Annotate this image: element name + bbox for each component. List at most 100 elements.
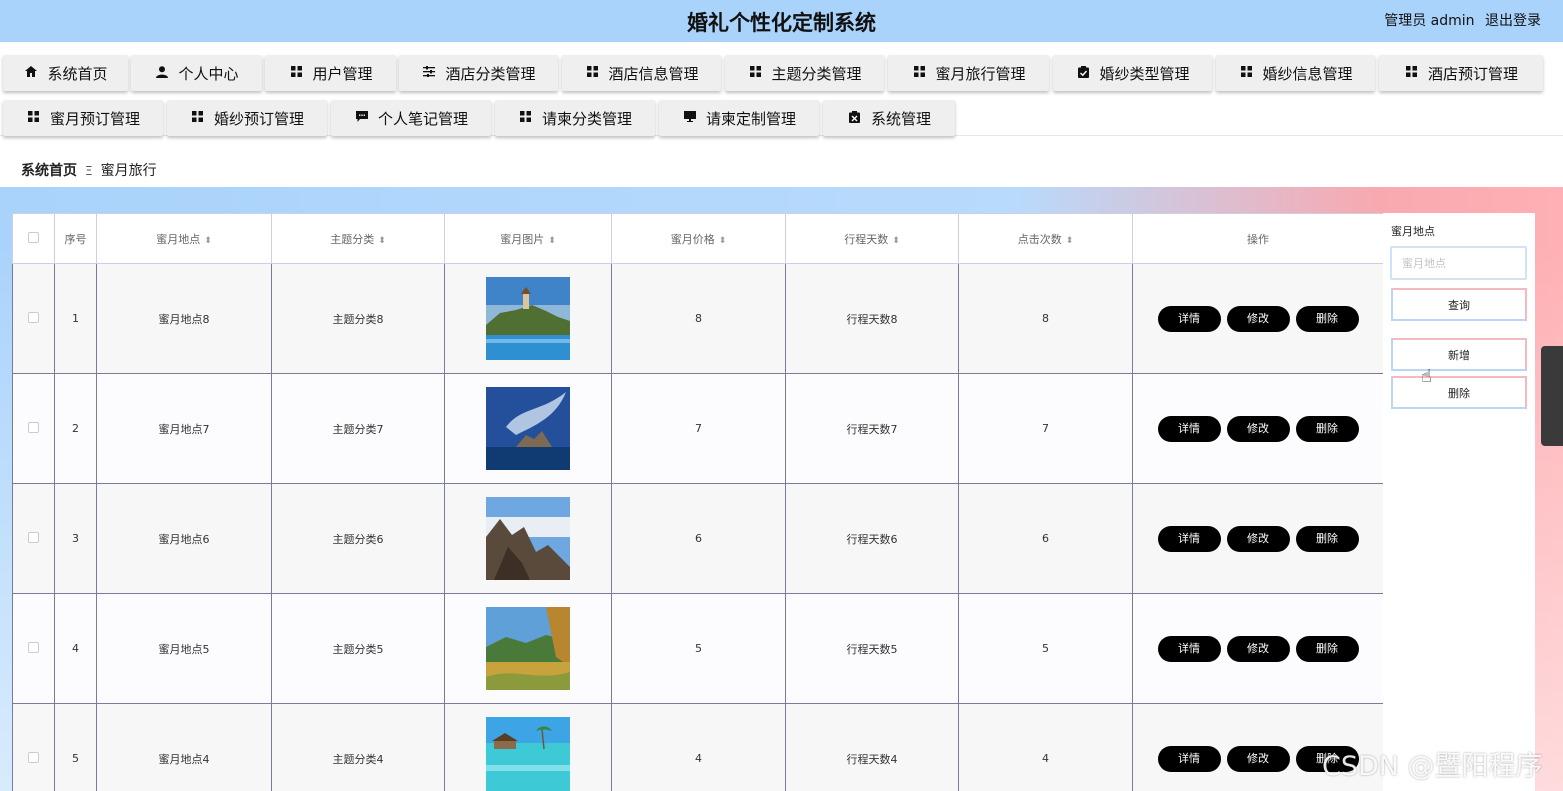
table-row: 4 蜜月地点5 主题分类5 5 行程天数5 5 详情 修改 删除 <box>12 593 1383 704</box>
nav-item-label: 婚纱类型管理 <box>1099 64 1190 83</box>
detail-button[interactable]: 详情 <box>1157 525 1221 552</box>
nav-item-label: 请柬分类管理 <box>541 109 632 128</box>
add-button[interactable]: 新增 <box>1391 338 1527 371</box>
side-drawer-handle[interactable] <box>1541 346 1563 446</box>
table-row: 1 蜜月地点8 主题分类8 8 行程天数8 8 详情 修改 删除 <box>12 263 1383 374</box>
delete-button[interactable]: 删除 <box>1295 305 1359 332</box>
sort-icon[interactable]: ⬍ <box>892 236 900 246</box>
row-select-cell <box>12 263 55 374</box>
nav-item-hotel-booking[interactable]: 酒店预订管理 <box>1379 55 1543 91</box>
cell-clicks: 7 <box>958 373 1133 484</box>
cell-theme: 主题分类8 <box>271 263 445 374</box>
beach-photo[interactable] <box>486 717 570 791</box>
nav-item-honeymoon-travel[interactable]: 蜜月旅行管理 <box>888 55 1049 91</box>
sea-rock-photo[interactable] <box>486 387 570 470</box>
col-header-label: 蜜月地点 <box>156 232 201 246</box>
col-header-clicks[interactable]: 点击次数 ⬍ <box>958 213 1133 264</box>
row-checkbox[interactable] <box>28 751 39 763</box>
nav-item-dress-info[interactable]: 婚纱信息管理 <box>1216 55 1375 91</box>
cell-actions: 详情 修改 删除 <box>1132 373 1383 484</box>
select-all-checkbox[interactable] <box>28 231 39 243</box>
grid-icon <box>26 111 42 125</box>
col-header-place[interactable]: 蜜月地点 ⬍ <box>96 213 272 264</box>
detail-button[interactable]: 详情 <box>1157 305 1221 332</box>
nav-item-label: 个人中心 <box>178 64 239 83</box>
nav-item-label: 请柬定制管理 <box>705 109 796 128</box>
nav-item-hotel-category[interactable]: 酒店分类管理 <box>399 55 558 91</box>
col-header-image[interactable]: 蜜月图片 ⬍ <box>444 213 612 264</box>
query-button[interactable]: 查询 <box>1391 288 1527 321</box>
nav-item-label: 个人笔记管理 <box>377 109 468 128</box>
search-panel: 蜜月地点 查询 新增 删除 <box>1383 213 1535 791</box>
row-select-cell <box>12 703 55 791</box>
valley-photo[interactable] <box>486 607 570 690</box>
batch-delete-button[interactable]: 删除 <box>1391 376 1527 409</box>
nav-item-invitation-category[interactable]: 请柬分类管理 <box>495 100 655 136</box>
nav-item-system[interactable]: 系统管理 <box>823 100 955 136</box>
sort-icon[interactable]: ⬍ <box>548 236 556 246</box>
detail-button[interactable]: 详情 <box>1157 635 1221 662</box>
detail-button[interactable]: 详情 <box>1157 415 1221 442</box>
nav-item-theme-category[interactable]: 主题分类管理 <box>725 55 884 91</box>
nav-item-label: 酒店信息管理 <box>608 64 699 83</box>
edit-button[interactable]: 修改 <box>1226 305 1290 332</box>
cell-actions: 详情 修改 删除 <box>1132 263 1383 374</box>
col-header-label: 主题分类 <box>330 232 375 246</box>
nav-item-users[interactable]: 用户管理 <box>265 55 396 91</box>
nav-item-hotel-info[interactable]: 酒店信息管理 <box>562 55 721 91</box>
grid-icon <box>1404 66 1420 80</box>
nav-item-invitation-custom[interactable]: 请柬定制管理 <box>659 100 819 136</box>
col-header-actions: 操作 <box>1132 213 1383 264</box>
row-checkbox[interactable] <box>28 311 39 323</box>
breadcrumb-home[interactable]: 系统首页 <box>21 163 77 179</box>
nav-item-home[interactable]: 系统首页 <box>3 55 128 91</box>
edit-button[interactable]: 修改 <box>1226 525 1290 552</box>
sort-icon[interactable]: ⬍ <box>719 236 727 246</box>
top-header: 婚礼个性化定制系统 管理员 admin 退出登录 <box>0 0 1563 42</box>
nav-item-dress-type[interactable]: 婚纱类型管理 <box>1053 55 1212 91</box>
nav-item-honeymoon-booking[interactable]: 蜜月预订管理 <box>3 100 163 136</box>
nav-item-dress-booking[interactable]: 婚纱预订管理 <box>167 100 327 136</box>
nav-item-label: 用户管理 <box>312 64 373 83</box>
nav-item-profile[interactable]: 个人中心 <box>131 55 262 91</box>
detail-button[interactable]: 详情 <box>1157 745 1221 772</box>
lake-hill-photo[interactable] <box>486 277 570 360</box>
row-checkbox[interactable] <box>28 531 39 543</box>
col-header-price[interactable]: 蜜月价格 ⬍ <box>611 213 786 264</box>
cell-theme: 主题分类7 <box>271 373 445 484</box>
sort-icon[interactable]: ⬍ <box>204 236 212 246</box>
sliders-icon <box>421 66 437 80</box>
user-label: 管理员 admin <box>1384 13 1475 29</box>
delete-button[interactable]: 删除 <box>1295 525 1359 552</box>
sort-icon[interactable]: ⬍ <box>1066 236 1074 246</box>
nav-item-label: 系统管理 <box>870 109 931 128</box>
cell-days: 行程天数7 <box>785 373 959 484</box>
row-select-cell <box>12 593 55 704</box>
grid-icon <box>911 66 927 80</box>
breadcrumb: 系统首页 Ξ 蜜月旅行 <box>21 160 157 180</box>
edit-button[interactable]: 修改 <box>1226 635 1290 662</box>
delete-button[interactable]: 删除 <box>1295 635 1359 662</box>
delete-button[interactable]: 删除 <box>1295 415 1359 442</box>
grid-icon <box>288 66 304 80</box>
nav-item-notes[interactable]: 个人笔记管理 <box>331 100 491 136</box>
edit-button[interactable]: 修改 <box>1226 745 1290 772</box>
cell-days: 行程天数6 <box>785 483 959 594</box>
main-nav: 系统首页 个人中心 用户管理 酒店分类管理 酒店信息管理 主题分类管理 蜜月旅行… <box>0 42 1563 136</box>
nav-item-label: 酒店分类管理 <box>445 64 536 83</box>
cell-clicks: 6 <box>958 483 1133 594</box>
cell-days: 行程天数8 <box>785 263 959 374</box>
cell-place: 蜜月地点7 <box>96 373 272 484</box>
search-input[interactable] <box>1390 246 1527 280</box>
logout-link[interactable]: 退出登录 <box>1485 13 1541 29</box>
row-checkbox[interactable] <box>28 641 39 653</box>
grid-icon <box>747 66 763 80</box>
edit-button[interactable]: 修改 <box>1226 415 1290 442</box>
mountain-photo[interactable] <box>486 497 570 580</box>
row-checkbox[interactable] <box>28 421 39 433</box>
cell-days: 行程天数4 <box>785 703 959 791</box>
cell-theme: 主题分类5 <box>271 593 445 704</box>
sort-icon[interactable]: ⬍ <box>378 236 386 246</box>
col-header-days[interactable]: 行程天数 ⬍ <box>785 213 959 264</box>
col-header-theme[interactable]: 主题分类 ⬍ <box>271 213 445 264</box>
